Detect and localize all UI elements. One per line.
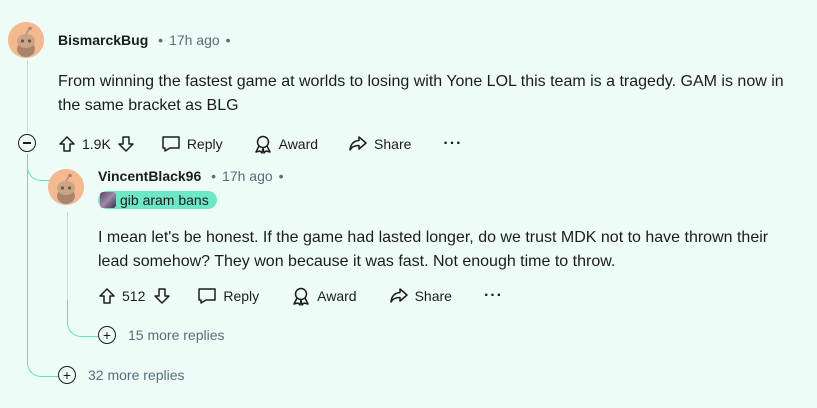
award-ribbon-icon xyxy=(254,135,271,154)
vote-count: 512 xyxy=(122,288,146,304)
comment-body: From winning the fastest game at worlds … xyxy=(58,73,784,114)
separator-dot: • xyxy=(207,168,217,184)
user-flair: gib aram bans xyxy=(98,191,217,209)
downvote-arrow-icon xyxy=(154,288,171,304)
downvote-button[interactable] xyxy=(153,287,171,305)
expand-plus-icon: + xyxy=(98,326,116,344)
separator-dot: • xyxy=(154,32,164,48)
reply-button[interactable]: Reply xyxy=(197,287,259,305)
more-replies-link[interactable]: + 32 more replies xyxy=(58,366,185,384)
more-replies-label: 15 more replies xyxy=(128,327,225,343)
upvote-arrow-icon xyxy=(59,136,75,152)
award-label: Award xyxy=(317,288,357,304)
thread-line-2 xyxy=(67,212,68,312)
upvote-arrow-icon xyxy=(99,288,115,304)
downvote-button[interactable] xyxy=(117,135,135,153)
share-arrow-icon xyxy=(389,288,408,303)
username[interactable]: VincentBlack96 xyxy=(98,168,201,184)
thread-branch-comment2 xyxy=(27,154,50,181)
upvote-button[interactable] xyxy=(58,135,76,153)
more-options-icon[interactable]: ··· xyxy=(443,135,462,153)
comment-body: I mean let's be honest. If the game had … xyxy=(98,229,769,270)
snoo-avatar-icon xyxy=(48,169,84,205)
comment-bubble-icon xyxy=(198,288,217,304)
thread-branch-more-replies-1 xyxy=(27,340,58,377)
minus-icon xyxy=(23,142,31,144)
share-label: Share xyxy=(374,136,412,152)
more-replies-link[interactable]: + 15 more replies xyxy=(98,326,225,344)
separator-dot: • xyxy=(225,32,231,48)
upvote-button[interactable] xyxy=(98,287,116,305)
reply-label: Reply xyxy=(223,288,260,304)
downvote-arrow-icon xyxy=(118,136,134,152)
share-arrow-icon xyxy=(349,136,367,151)
comment-bubble-icon xyxy=(162,136,180,152)
expand-plus-icon: + xyxy=(58,366,76,384)
separator-dot: • xyxy=(278,168,284,184)
thread-branch-more-replies-2 xyxy=(67,300,98,337)
snoo-avatar-icon xyxy=(8,22,44,58)
award-button[interactable]: Award xyxy=(291,286,357,306)
award-button[interactable]: Award xyxy=(253,134,318,154)
flair-text: gib aram bans xyxy=(120,192,209,208)
reply-button[interactable]: Reply xyxy=(161,135,223,153)
avatar[interactable] xyxy=(8,22,44,58)
share-button[interactable]: Share xyxy=(389,287,452,305)
thread-line-1 xyxy=(27,60,28,132)
flair-emoji-icon xyxy=(100,192,116,208)
thread-line-1b xyxy=(27,154,28,354)
reply-label: Reply xyxy=(186,136,223,152)
share-label: Share xyxy=(414,288,452,304)
share-button[interactable]: Share xyxy=(348,135,411,153)
username[interactable]: BismarckBug xyxy=(58,32,148,48)
award-ribbon-icon xyxy=(293,287,309,306)
more-replies-label: 32 more replies xyxy=(88,367,185,383)
avatar[interactable] xyxy=(48,169,84,205)
more-options-icon[interactable]: ··· xyxy=(484,287,503,305)
award-label: Award xyxy=(278,136,319,152)
timestamp[interactable]: 17h ago xyxy=(169,32,220,48)
vote-count: 1.9K xyxy=(82,136,111,152)
timestamp[interactable]: 17h ago xyxy=(222,168,273,184)
collapse-button[interactable] xyxy=(18,134,36,152)
